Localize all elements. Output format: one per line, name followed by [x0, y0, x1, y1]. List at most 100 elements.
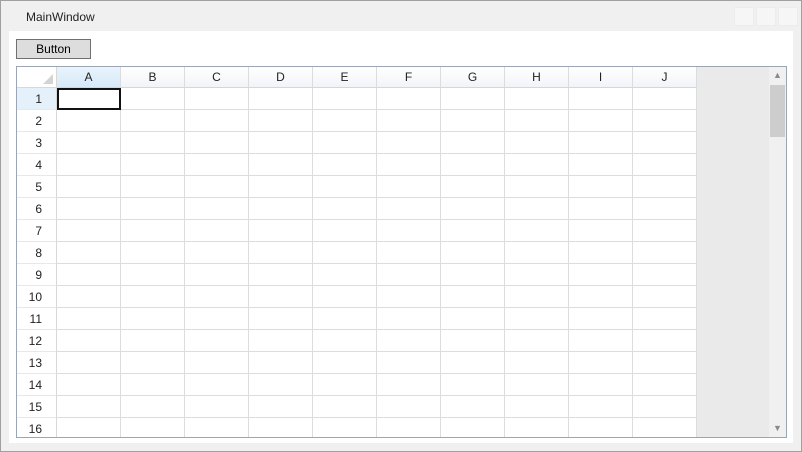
- row-header-12[interactable]: 12: [17, 330, 57, 352]
- cell-f13[interactable]: [377, 352, 441, 374]
- cell-f8[interactable]: [377, 242, 441, 264]
- cell-c14[interactable]: [185, 374, 249, 396]
- cell-j11[interactable]: [633, 308, 697, 330]
- cell-d1[interactable]: [249, 88, 313, 110]
- cell-g14[interactable]: [441, 374, 505, 396]
- cell-d15[interactable]: [249, 396, 313, 418]
- cell-f11[interactable]: [377, 308, 441, 330]
- cell-i10[interactable]: [569, 286, 633, 308]
- cell-b13[interactable]: [121, 352, 185, 374]
- column-header-e[interactable]: E: [313, 67, 377, 88]
- cell-c11[interactable]: [185, 308, 249, 330]
- cell-g16[interactable]: [441, 418, 505, 437]
- cell-c4[interactable]: [185, 154, 249, 176]
- cell-a1[interactable]: [57, 88, 121, 110]
- cell-b15[interactable]: [121, 396, 185, 418]
- column-header-j[interactable]: J: [633, 67, 697, 88]
- cell-e4[interactable]: [313, 154, 377, 176]
- cell-c7[interactable]: [185, 220, 249, 242]
- cell-i5[interactable]: [569, 176, 633, 198]
- cell-i1[interactable]: [569, 88, 633, 110]
- cell-j4[interactable]: [633, 154, 697, 176]
- cell-e9[interactable]: [313, 264, 377, 286]
- cell-e7[interactable]: [313, 220, 377, 242]
- cell-j5[interactable]: [633, 176, 697, 198]
- cell-b8[interactable]: [121, 242, 185, 264]
- cell-h2[interactable]: [505, 110, 569, 132]
- cell-g5[interactable]: [441, 176, 505, 198]
- cell-d6[interactable]: [249, 198, 313, 220]
- cell-f2[interactable]: [377, 110, 441, 132]
- column-header-f[interactable]: F: [377, 67, 441, 88]
- row-header-5[interactable]: 5: [17, 176, 57, 198]
- cell-c12[interactable]: [185, 330, 249, 352]
- column-header-h[interactable]: H: [505, 67, 569, 88]
- row-header-9[interactable]: 9: [17, 264, 57, 286]
- cell-f1[interactable]: [377, 88, 441, 110]
- cell-j1[interactable]: [633, 88, 697, 110]
- cell-c5[interactable]: [185, 176, 249, 198]
- cell-h12[interactable]: [505, 330, 569, 352]
- cell-d2[interactable]: [249, 110, 313, 132]
- cell-g15[interactable]: [441, 396, 505, 418]
- column-header-b[interactable]: B: [121, 67, 185, 88]
- cell-i2[interactable]: [569, 110, 633, 132]
- chevron-up-icon[interactable]: ▲: [769, 67, 786, 84]
- cell-g7[interactable]: [441, 220, 505, 242]
- cell-d5[interactable]: [249, 176, 313, 198]
- cell-f16[interactable]: [377, 418, 441, 437]
- cell-a7[interactable]: [57, 220, 121, 242]
- cell-a10[interactable]: [57, 286, 121, 308]
- cell-i6[interactable]: [569, 198, 633, 220]
- cell-g10[interactable]: [441, 286, 505, 308]
- cell-g13[interactable]: [441, 352, 505, 374]
- cell-b14[interactable]: [121, 374, 185, 396]
- cell-b12[interactable]: [121, 330, 185, 352]
- cell-a12[interactable]: [57, 330, 121, 352]
- cell-f7[interactable]: [377, 220, 441, 242]
- cell-d7[interactable]: [249, 220, 313, 242]
- cell-c9[interactable]: [185, 264, 249, 286]
- cell-e13[interactable]: [313, 352, 377, 374]
- cell-b16[interactable]: [121, 418, 185, 437]
- row-header-14[interactable]: 14: [17, 374, 57, 396]
- cell-i12[interactable]: [569, 330, 633, 352]
- row-header-13[interactable]: 13: [17, 352, 57, 374]
- cell-e8[interactable]: [313, 242, 377, 264]
- spreadsheet-grid[interactable]: ABCDEFGHIJ 1 2 3 4 5 6 7 8 9 10 11 12 13 14 15 16 ▲ ▼: [16, 66, 787, 438]
- cell-e6[interactable]: [313, 198, 377, 220]
- cell-a2[interactable]: [57, 110, 121, 132]
- cell-g2[interactable]: [441, 110, 505, 132]
- row-header-2[interactable]: 2: [17, 110, 57, 132]
- cell-b11[interactable]: [121, 308, 185, 330]
- cell-d3[interactable]: [249, 132, 313, 154]
- cell-f3[interactable]: [377, 132, 441, 154]
- cell-a6[interactable]: [57, 198, 121, 220]
- cell-h15[interactable]: [505, 396, 569, 418]
- cell-h1[interactable]: [505, 88, 569, 110]
- cell-g1[interactable]: [441, 88, 505, 110]
- select-all-corner[interactable]: [17, 67, 57, 88]
- cell-a16[interactable]: [57, 418, 121, 437]
- row-header-3[interactable]: 3: [17, 132, 57, 154]
- row-header-6[interactable]: 6: [17, 198, 57, 220]
- column-header-g[interactable]: G: [441, 67, 505, 88]
- cell-a15[interactable]: [57, 396, 121, 418]
- cell-a9[interactable]: [57, 264, 121, 286]
- cell-d8[interactable]: [249, 242, 313, 264]
- cell-f10[interactable]: [377, 286, 441, 308]
- cell-c2[interactable]: [185, 110, 249, 132]
- cell-d10[interactable]: [249, 286, 313, 308]
- cell-e3[interactable]: [313, 132, 377, 154]
- cell-g9[interactable]: [441, 264, 505, 286]
- cell-e12[interactable]: [313, 330, 377, 352]
- cell-j9[interactable]: [633, 264, 697, 286]
- cell-a14[interactable]: [57, 374, 121, 396]
- cell-d9[interactable]: [249, 264, 313, 286]
- cell-h13[interactable]: [505, 352, 569, 374]
- cell-b3[interactable]: [121, 132, 185, 154]
- row-header-7[interactable]: 7: [17, 220, 57, 242]
- cell-e1[interactable]: [313, 88, 377, 110]
- cell-a11[interactable]: [57, 308, 121, 330]
- cell-b1[interactable]: [121, 88, 185, 110]
